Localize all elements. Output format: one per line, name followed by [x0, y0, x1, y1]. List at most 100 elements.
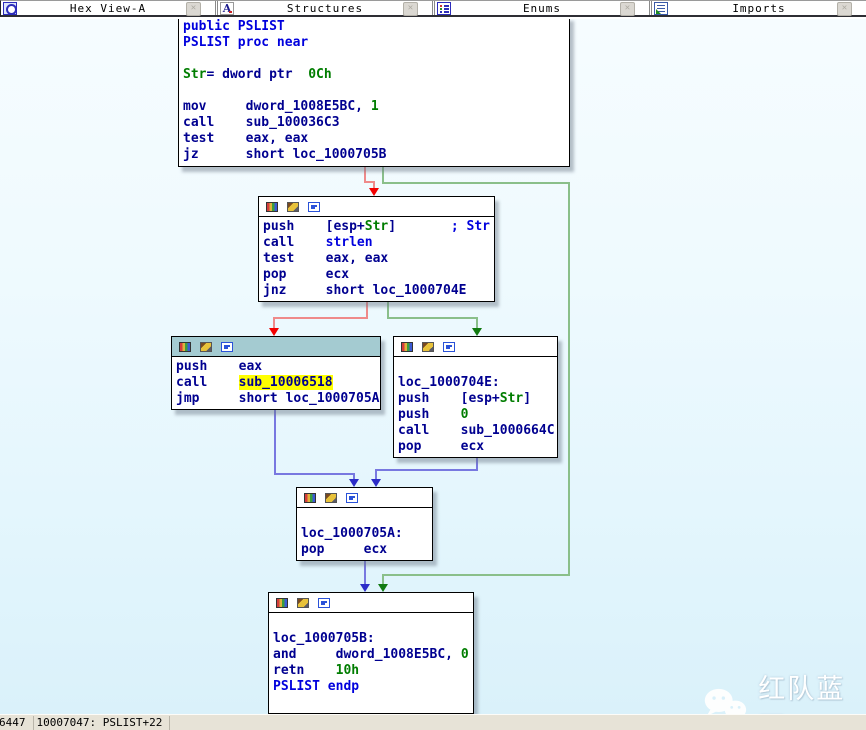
arrowhead [349, 479, 359, 487]
arrowhead [472, 328, 482, 336]
graph-color-icon[interactable] [304, 492, 316, 503]
node-title-bar [394, 337, 557, 357]
code-line: call strlen [263, 235, 373, 250]
basic-block-entry[interactable]: public PSLIST PSLIST proc near Str= dword… [178, 19, 570, 167]
tab-bar: Hex View-A Structures Enums Imports [0, 0, 866, 17]
graph-color-icon[interactable] [276, 597, 288, 608]
text-view-icon[interactable] [308, 201, 320, 212]
edit-icon[interactable] [287, 201, 299, 212]
edge-true-b1-b6 [568, 182, 570, 576]
code-line: push [esp+Str] ; Str [263, 219, 490, 234]
basic-block-current[interactable]: push eax call sub_10006518 jmp short loc_1… [171, 336, 381, 410]
edge-flow-b4-b5 [375, 469, 478, 471]
edit-icon[interactable] [200, 341, 212, 352]
status-offset: 6447 [0, 715, 34, 730]
code-line: public PSLIST [183, 19, 285, 34]
code-line: push eax [176, 359, 263, 374]
disassembly-code[interactable]: push eax call sub_10006518 jmp short loc_1… [172, 357, 380, 408]
code-line: pop ecx [398, 439, 485, 454]
arrowhead [360, 584, 370, 592]
code-line: and dword_1008E5BC, 0 [273, 647, 469, 662]
code-line: PSLIST proc near [183, 35, 309, 50]
code-line: retn 10h [273, 663, 360, 678]
graph-color-icon[interactable] [266, 201, 278, 212]
basic-block-loc-1000704E[interactable]: loc_1000704E: push [esp+Str] push 0 call su… [393, 336, 558, 458]
edge-false-b2-b3 [273, 317, 368, 319]
code-line: test eax, eax [183, 131, 309, 146]
code-line: pop ecx [263, 267, 350, 282]
code-line: Str= dword ptr 0Ch [183, 67, 332, 82]
disassembly-code[interactable]: loc_1000705B: and dword_1008E5BC, 0 retn 1… [269, 613, 473, 712]
text-view-icon[interactable] [443, 341, 455, 352]
basic-block-strlen[interactable]: push [esp+Str] ; Str call strlen test eax,… [258, 196, 495, 302]
tab-label: Enums [522, 1, 562, 15]
edge-true-b1-b6 [382, 574, 384, 584]
graph-color-icon[interactable] [179, 341, 191, 352]
close-tab-icon[interactable] [403, 2, 418, 16]
edit-icon[interactable] [297, 597, 309, 608]
node-title-bar [297, 488, 432, 508]
graph-view[interactable]: public PSLIST PSLIST proc near Str= dword… [0, 19, 866, 714]
close-tab-icon[interactable] [837, 2, 852, 16]
edit-icon[interactable] [422, 341, 434, 352]
status-bar: 6447 10007047: PSLIST+22 [0, 714, 866, 730]
code-line: jz short loc_1000705B [183, 147, 387, 162]
node-title-bar [269, 593, 473, 613]
edge-jmp-b3-b5 [274, 410, 276, 475]
code-line: loc_1000705A: [301, 526, 403, 541]
text-view-icon[interactable] [221, 341, 233, 352]
basic-block-loc-1000705B[interactable]: loc_1000705B: and dword_1008E5BC, 0 retn 1… [268, 592, 474, 714]
code-line: call sub_100036C3 [183, 115, 340, 130]
code-line: loc_1000704E: [398, 375, 500, 390]
tab-hex-view[interactable]: Hex View-A [1, 1, 215, 16]
code-line: call sub_1000664C [398, 423, 555, 438]
status-location: 10007047: PSLIST+22 [34, 715, 171, 730]
code-line: jmp short loc_1000705A [176, 391, 380, 406]
disassembly-code[interactable]: loc_1000705A: pop ecx [297, 508, 432, 559]
edge-true-b1-b6 [382, 182, 570, 184]
code-line: loc_1000705B: [273, 631, 375, 646]
code-line: PSLIST endp [273, 679, 360, 694]
close-tab-icon[interactable] [186, 2, 201, 16]
text-view-icon[interactable] [318, 597, 330, 608]
text-view-icon[interactable] [346, 492, 358, 503]
edge-jmp-b3-b5 [274, 473, 355, 475]
edit-icon[interactable] [325, 492, 337, 503]
code-line: push 0 [398, 407, 469, 422]
code-line: push [esp+Str] [398, 391, 532, 406]
edge-flow-b5-b6 [364, 561, 366, 585]
wechat-icon [704, 688, 747, 714]
tab-imports[interactable]: Imports [652, 1, 866, 16]
close-tab-icon[interactable] [620, 2, 635, 16]
edge-true-b1-b6 [382, 167, 384, 183]
tab-label: Imports [732, 1, 786, 15]
edge-true-b1-b6 [382, 574, 570, 576]
code-line: test eax, eax [263, 251, 389, 266]
code-line: pop ecx [301, 542, 388, 557]
arrowhead [371, 479, 381, 487]
graph-color-icon[interactable] [401, 341, 413, 352]
edge-false-b1-b2 [364, 167, 366, 182]
tab-label: Structures [286, 1, 364, 15]
arrowhead [269, 328, 279, 336]
code-line: call sub_10006518 [176, 375, 333, 390]
disassembly-code[interactable]: public PSLIST PSLIST proc near Str= dword… [179, 19, 569, 164]
code-line: mov dword_1008E5BC, 1 [183, 99, 379, 114]
tab-structures[interactable]: Structures [218, 1, 432, 16]
arrowhead [378, 584, 388, 592]
tab-label: Hex View-A [69, 1, 147, 15]
edge-true-b2-b4 [387, 317, 478, 319]
watermark-text: 红队蓝军 [758, 674, 846, 714]
disassembly-code[interactable]: loc_1000704E: push [esp+Str] push 0 call su… [394, 357, 557, 456]
tab-enums[interactable]: Enums [435, 1, 649, 16]
basic-block-loc-1000705A[interactable]: loc_1000705A: pop ecx [296, 487, 433, 561]
code-line: jnz short loc_1000704E [263, 283, 467, 298]
node-title-bar [259, 197, 494, 217]
watermark: 红队蓝军 [702, 667, 866, 714]
disassembly-code[interactable]: push [esp+Str] ; Str call strlen test eax,… [259, 217, 494, 300]
